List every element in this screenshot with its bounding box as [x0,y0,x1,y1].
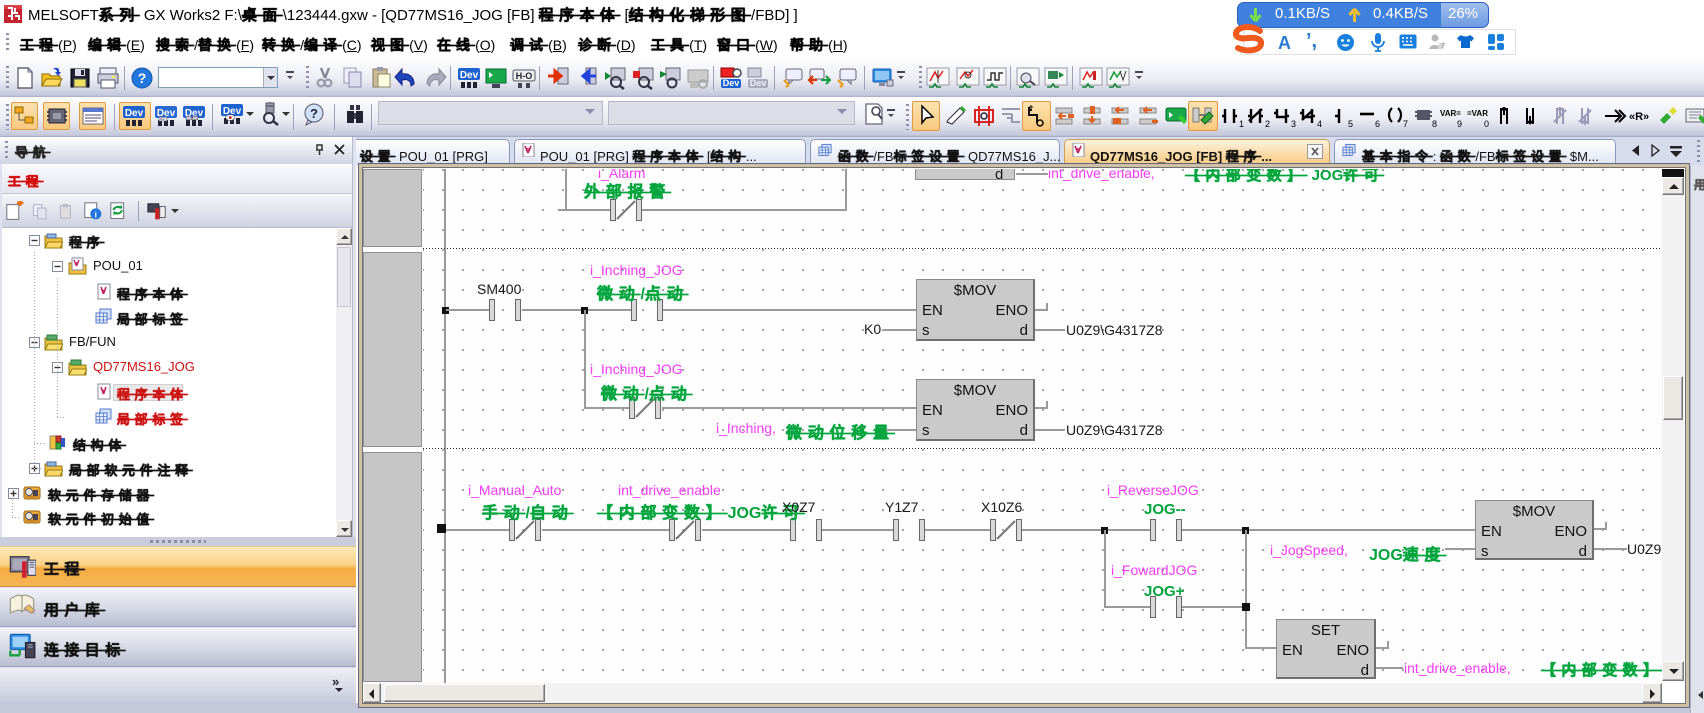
svg-text:8: 8 [1432,119,1437,128]
svg-text:0: 0 [1484,119,1489,128]
svg-text:VAR=: VAR= [1440,109,1461,118]
svg-text:1: 1 [1239,119,1244,128]
svg-text:?: ? [310,106,318,121]
svg-text:5: 5 [1348,119,1353,128]
svg-text:Dev: Dev [460,70,479,81]
svg-text:7: 7 [1403,119,1408,128]
svg-text:9: 9 [1457,119,1462,128]
svg-text:6: 6 [1375,119,1380,128]
svg-text:7: 7 [1441,43,1445,50]
svg-text:i: i [95,211,97,220]
svg-text:H-O: H-O [516,71,533,81]
svg-text:«R»: «R» [1629,111,1649,123]
svg-text:Dev: Dev [750,78,767,88]
svg-text:3: 3 [1291,119,1296,128]
svg-text:Dev: Dev [125,108,144,119]
svg-text:2: 2 [1265,119,1270,128]
svg-text:4: 4 [1317,119,1322,128]
svg-text:?: ? [138,70,147,86]
svg-text:=VAR: =VAR [1467,109,1488,118]
svg-text:Dev: Dev [723,78,740,88]
